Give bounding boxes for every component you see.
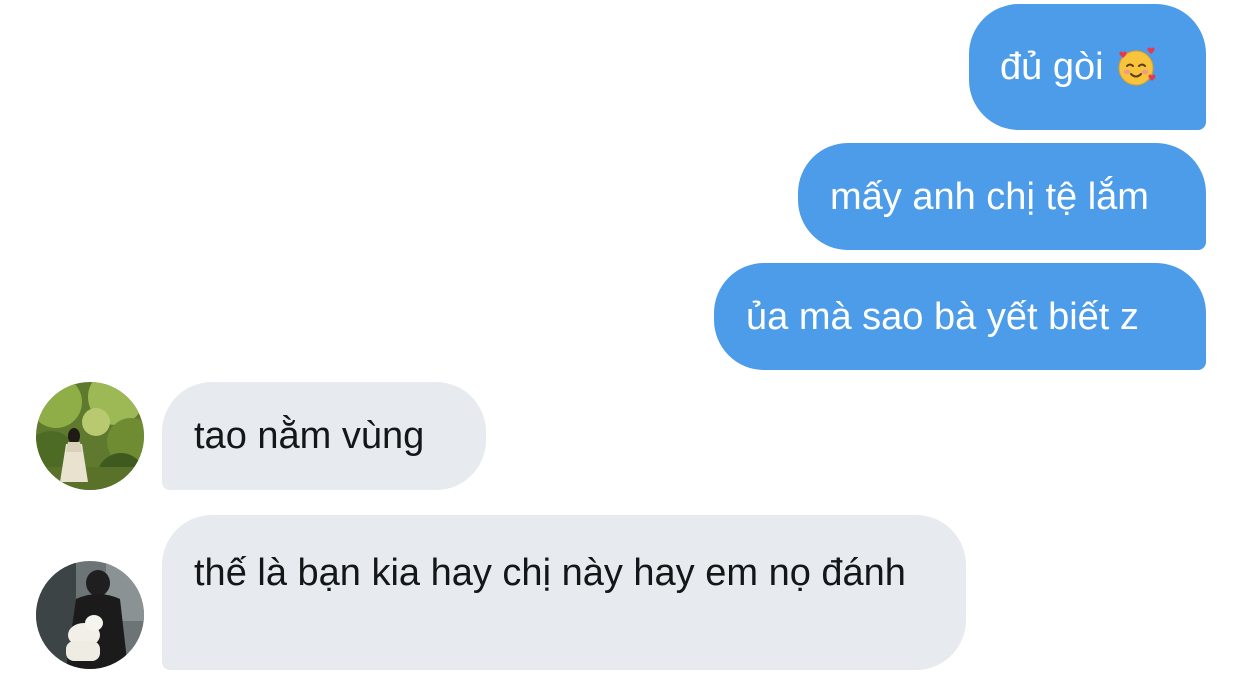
received-message-bubble[interactable]: thế là bạn kia hay chị này hay em nọ đán…	[162, 515, 966, 670]
message-text: đủ gòi	[1000, 46, 1104, 88]
chat-thread: đủ gòi mấy anh chị tệ lắm ủa mà sao bà y…	[0, 0, 1242, 683]
sent-message-bubble[interactable]: đủ gòi	[969, 4, 1206, 130]
message-text: mấy anh chị tệ lắm	[830, 175, 1149, 218]
avatar[interactable]	[36, 382, 144, 490]
sent-message-bubble[interactable]: ủa mà sao bà yết biết z	[714, 263, 1206, 370]
avatar-photo-boy-with-dog	[36, 561, 144, 669]
avatar[interactable]	[36, 561, 144, 669]
received-message-bubble[interactable]: tao nằm vùng	[162, 382, 486, 490]
smiling-face-with-hearts-icon	[1118, 47, 1156, 86]
sent-message-bubble[interactable]: mấy anh chị tệ lắm	[798, 143, 1206, 250]
message-text: thế là bạn kia hay chị này hay em nọ đán…	[194, 552, 906, 594]
message-text: ủa mà sao bà yết biết z	[746, 295, 1139, 338]
avatar-photo-forest	[36, 382, 144, 490]
message-text: tao nằm vùng	[194, 415, 425, 457]
